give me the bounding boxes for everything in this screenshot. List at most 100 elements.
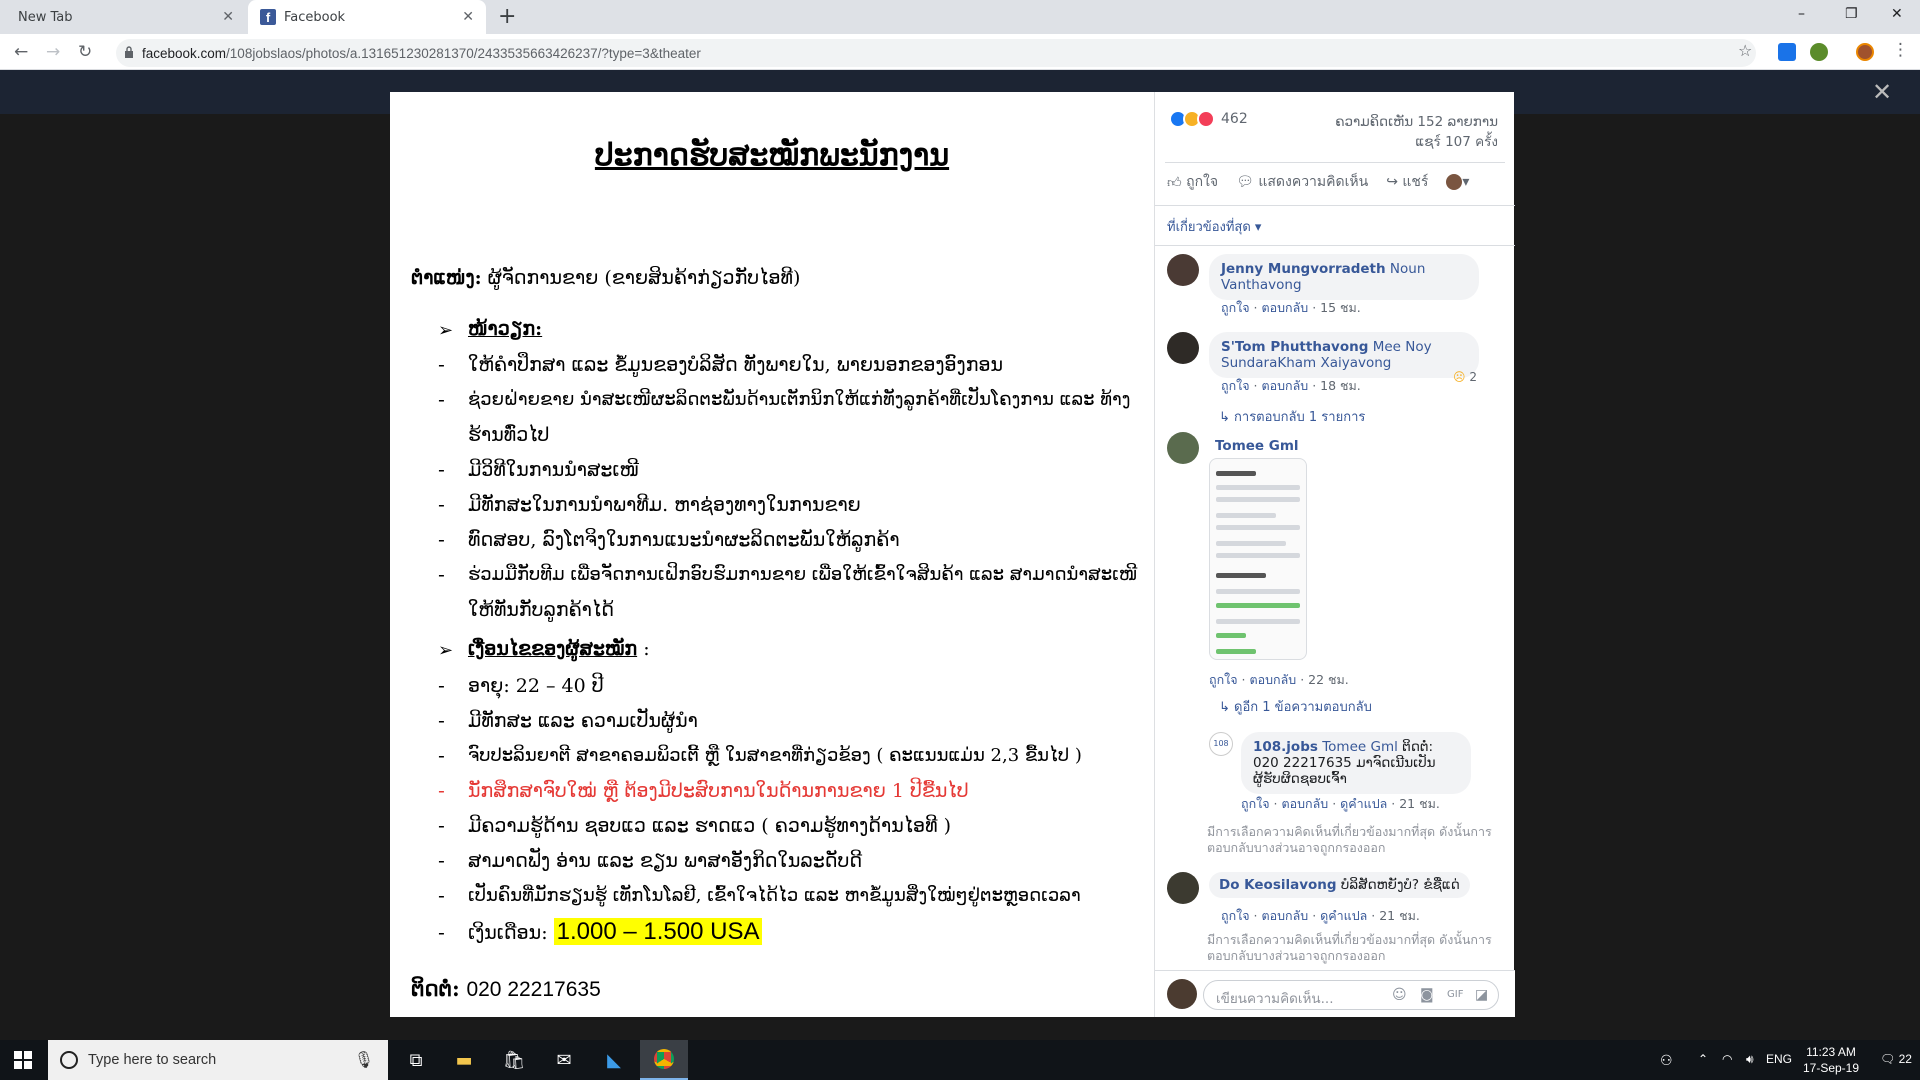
divider: [1155, 205, 1515, 206]
avatar[interactable]: [1167, 872, 1199, 904]
comment-bubble: S'Tom Phutthavong Mee Noy SundaraKham Xa…: [1209, 332, 1479, 378]
speech-bubble-icon: 💬︎: [1236, 174, 1254, 190]
divider: [1165, 162, 1505, 163]
shares-count[interactable]: ແຊร์ 107 ครั้ง: [1335, 132, 1498, 152]
avatar[interactable]: [1167, 332, 1199, 364]
post-photo[interactable]: ປະກາດຮັບສະໝັກພະນັກງານ ຕຳແໜ່ງ: ຜູ້ຈັດການຂ…: [390, 92, 1154, 1017]
store-icon[interactable]: 🛍︎: [490, 1040, 538, 1080]
requirement-item: ເປັນຄົນທີ່ມັກຮຽນຮູ້ ເທັກໂນໂລຢີ, ເຂົ້າໃຈໄ…: [468, 885, 1081, 906]
close-tab-icon[interactable]: ✕: [462, 9, 474, 25]
comment-meta: ถูกใจ · ตอบกลับ · ดูคำแปล · 21 ชม.: [1241, 796, 1440, 811]
filter-note: มีการเลือกความคิดเห็นที่เกี่ยวข้องมากที่…: [1207, 932, 1492, 963]
camera-icon[interactable]: ◙: [1420, 987, 1434, 1003]
like-button[interactable]: 👍︎ ถูกใจ: [1167, 171, 1218, 193]
duty-item: ຮ້ານທົ່ວໄປ: [468, 424, 550, 446]
avatar[interactable]: [1167, 432, 1199, 464]
comment-author[interactable]: Tomee Gml: [1215, 438, 1299, 454]
vscode-icon[interactable]: ◣: [590, 1040, 638, 1080]
close-window-button[interactable]: ✕: [1891, 6, 1903, 22]
requirement-item-highlight: ນັກສຶກສາຈົບໃໝ່ ຫຼື ຕ້ອງມີປະສົບການໃນດ້ານກ…: [468, 780, 969, 802]
reaction-summary[interactable]: 462: [1169, 110, 1248, 128]
comment-button[interactable]: 💬︎ แสดงความคิดเห็น: [1236, 171, 1368, 193]
requirement-item: ສາມາດຟັງ ອ່ານ ແລະ ຂຽນ ພາສາອັງກິດໃນລະດັບດ…: [468, 850, 863, 872]
contact-line: ຕິດຕໍ່: 020 22217635: [411, 976, 601, 1001]
close-theater-icon[interactable]: ✕: [1872, 78, 1892, 106]
comments-count[interactable]: ຄວາມຄິດເຫັນ 152 ລາຍການ: [1335, 112, 1498, 132]
requirement-item: ມີຄວາມຮູ້ດ້ານ ຊອບແວ ແລະ ຮາດແວ ( ຄວາມຮູ້ທ…: [468, 815, 951, 837]
back-button[interactable]: ←: [14, 42, 28, 62]
url-path: /108jobslaos/photos/a.131651230281370/24…: [226, 45, 701, 61]
tray-expand-icon[interactable]: ⌃: [1698, 1052, 1708, 1066]
reload-button[interactable]: ↻: [78, 42, 92, 62]
bullet-icon: ➢: [438, 320, 454, 341]
tab-title: New Tab: [18, 9, 73, 25]
post-title: ປະກາດຮັບສະໝັກພະນັກງານ: [594, 138, 950, 173]
duty-item: ໃຫ້ທັນກັບລູກຄ້າໄດ້: [468, 599, 614, 621]
tab-new-tab[interactable]: New Tab ✕: [0, 0, 246, 34]
clock[interactable]: 11:23 AM 17-Sep-19: [1786, 1044, 1876, 1076]
salary-highlight: 1.000 – 1.500 USA: [553, 918, 763, 945]
minimize-button[interactable]: –: [1798, 6, 1805, 22]
page-avatar[interactable]: 108: [1209, 732, 1233, 756]
bookmark-star-icon[interactable]: ☆: [1738, 41, 1752, 60]
extension-icon[interactable]: [1810, 43, 1828, 61]
tab-facebook[interactable]: f Facebook ✕: [248, 0, 486, 34]
share-button[interactable]: ↪ แชร์: [1386, 171, 1428, 193]
microphone-icon[interactable]: 🎙︎: [354, 1050, 374, 1070]
chrome-icon[interactable]: [640, 1040, 688, 1080]
position-line: ຕຳແໜ່ງ: ຜູ້ຈັດການຂາຍ (ຂາຍສິນຄ້າກ່ຽວກັບໄອ…: [411, 267, 801, 289]
menu-kebab-icon[interactable]: ⋮: [1892, 40, 1909, 60]
mail-icon[interactable]: ✉: [540, 1040, 588, 1080]
avatar: [1167, 979, 1197, 1009]
divider: [1155, 245, 1515, 246]
gif-icon[interactable]: GIF: [1447, 989, 1463, 1000]
emoji-icon[interactable]: ☺: [1392, 987, 1407, 1003]
notification-center-icon[interactable]: 🗨︎ 22: [1880, 1052, 1912, 1066]
audience-selector[interactable]: ▾: [1446, 174, 1469, 190]
facebook-favicon-icon: f: [260, 9, 276, 25]
comment-reaction[interactable]: ☹ 2: [1453, 370, 1477, 384]
tab-title: Facebook: [284, 9, 346, 25]
comment-bubble: Do Keosilavong ບໍລິສັດຫຍັງບໍ? ຂໍຊື່ແດ່: [1209, 872, 1470, 898]
comment-bubble: 108.jobs Tomee Gml ຕິດຕໍ່: 020 22217635 …: [1241, 732, 1471, 794]
tab-bar: New Tab ✕ f Facebook ✕ + – ❐ ✕: [0, 0, 1920, 34]
thumbs-up-icon: 👍︎: [1167, 174, 1182, 191]
new-tab-button[interactable]: +: [498, 4, 516, 29]
url-domain: facebook.com: [142, 45, 227, 61]
comment-image-attachment[interactable]: [1209, 458, 1307, 660]
comment-sort-dropdown[interactable]: ที่เกี่ยวข้องที่สุด ▾: [1167, 216, 1261, 237]
comment-bubble: Jenny Mungvorradeth Noun Vanthavong: [1209, 254, 1479, 300]
salary-line: ເງິນເດືອນ: 1.000 – 1.500 USA: [468, 918, 763, 946]
windows-start-icon[interactable]: [14, 1051, 32, 1069]
maximize-button[interactable]: ❐: [1845, 6, 1858, 22]
duty-item: ຮ່ວມມືກັບທີມ ເພື່ອຈັດການເຝິກອົບຮົມການຂາຍ…: [468, 564, 1138, 585]
file-explorer-icon[interactable]: ▬: [440, 1040, 488, 1080]
url-field[interactable]: facebook.com/108jobslaos/photos/a.131651…: [116, 39, 1756, 67]
love-reaction-icon: [1197, 110, 1215, 128]
duty-item: ມີວິທີໃນການນຳສະເໜີ: [468, 459, 639, 481]
requirements-header: ເງື່ອນໄຂຂອງຜູ້ສະໝັກ :: [468, 638, 650, 660]
taskbar-search[interactable]: Type here to search 🎙︎: [48, 1040, 388, 1080]
requirement-item: ອາຍຸ: 22 – 40 ປີ: [468, 675, 604, 697]
cortana-icon: [60, 1051, 78, 1069]
sticker-icon[interactable]: ◪: [1475, 987, 1488, 1003]
people-icon[interactable]: ⚇: [1660, 1052, 1673, 1069]
volume-icon[interactable]: 🔊︎: [1746, 1052, 1754, 1067]
avatar: [1446, 174, 1463, 190]
avatar[interactable]: [1167, 254, 1199, 286]
address-bar-row: ← → ↻ facebook.com/108jobslaos/photos/a.…: [0, 34, 1920, 70]
view-replies-link[interactable]: ↳ การตอบกลับ 1 รายการ: [1219, 406, 1365, 427]
filter-note: มีการเลือกความคิดเห็นที่เกี่ยวข้องมากที่…: [1207, 824, 1492, 855]
close-tab-icon[interactable]: ✕: [222, 9, 234, 25]
extension-icon[interactable]: [1778, 43, 1796, 61]
duty-item: ທົດສອບ, ລົງໂຕຈິງໃນການແນະນຳຜະລິດຕະພັນໃຫ້ລ…: [468, 529, 900, 551]
wifi-icon[interactable]: ◠: [1722, 1052, 1732, 1066]
task-view-icon[interactable]: ⧉: [392, 1040, 440, 1080]
duties-header: ໜ້າວຽກ:: [468, 318, 543, 340]
comments-panel: 462 ຄວາມຄິດເຫັນ 152 ລາຍການ ແຊร์ 107 ครั้…: [1154, 92, 1515, 1017]
profile-avatar[interactable]: [1856, 43, 1874, 61]
forward-button[interactable]: →: [46, 42, 60, 62]
view-more-replies-link[interactable]: ↳ ดูอีก 1 ข้อความตอบกลับ: [1219, 696, 1372, 717]
post-stats: ຄວາມຄິດເຫັນ 152 ລາຍການ ແຊร์ 107 ครั้ง: [1335, 112, 1498, 152]
comment-meta: ถูกใจ · ตอบกลับ · 22 ชม.: [1209, 672, 1349, 687]
